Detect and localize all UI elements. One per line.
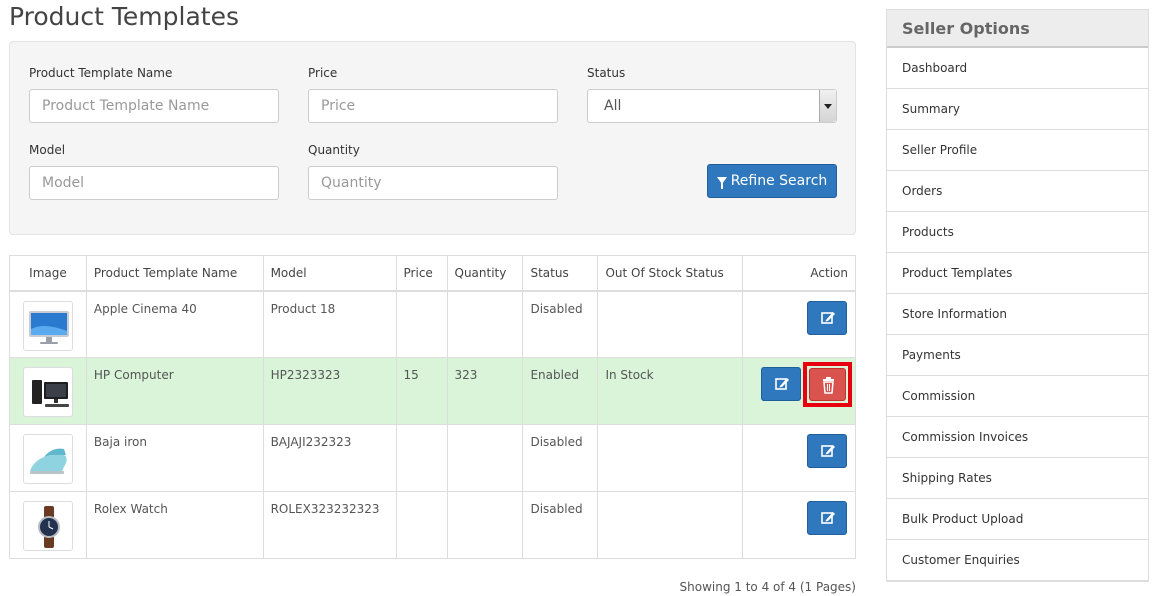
edit-icon: [821, 512, 835, 524]
table-row: Apple Cinema 40 Product 18 Disabled: [9, 290, 856, 358]
page-title: Product Templates: [9, 2, 239, 31]
column-header-price[interactable]: Price: [395, 255, 448, 291]
sidebar-item-shipping-rates[interactable]: Shipping Rates: [887, 458, 1148, 499]
name-cell: HP Computer: [85, 357, 264, 425]
status-filter-label: Status: [587, 66, 626, 80]
column-header-model[interactable]: Model: [262, 255, 397, 291]
out-of-stock-status-cell: [597, 491, 744, 559]
filter-icon: [716, 177, 727, 189]
quantity-input[interactable]: [308, 166, 558, 200]
sidebar-item-bulk-product-upload[interactable]: Bulk Product Upload: [887, 499, 1148, 540]
status-select[interactable]: All: [587, 89, 837, 123]
sidebar-heading: Seller Options: [887, 10, 1148, 48]
column-header-quantity[interactable]: Quantity: [446, 255, 524, 291]
refine-search-button[interactable]: Refine Search: [707, 164, 837, 198]
sidebar-item-orders[interactable]: Orders: [887, 171, 1148, 212]
status-cell: Disabled: [522, 290, 599, 358]
column-header-status[interactable]: Status: [522, 255, 599, 291]
column-header-action: Action: [742, 255, 856, 291]
edit-icon: [821, 311, 835, 324]
name-cell: Baja iron: [85, 424, 264, 492]
edit-icon: [775, 378, 789, 390]
action-cell: [742, 424, 856, 492]
sidebar-item-product-templates[interactable]: Product Templates: [887, 253, 1148, 294]
column-header-name[interactable]: Product Template Name: [85, 255, 264, 291]
out-of-stock-status-cell: [597, 290, 744, 358]
quantity-cell: [446, 491, 524, 559]
out-of-stock-status-cell: [597, 424, 744, 492]
edit-button[interactable]: [761, 367, 801, 401]
sidebar-item-customer-enquiries[interactable]: Customer Enquiries: [887, 540, 1148, 581]
price-cell: [395, 290, 448, 358]
pagination-results-text: Showing 1 to 4 of 4 (1 Pages): [679, 580, 856, 594]
image-cell: [9, 424, 87, 492]
quantity-cell: [446, 290, 524, 358]
sidebar-item-products[interactable]: Products: [887, 212, 1148, 253]
steam-iron-image[interactable]: [22, 434, 73, 484]
image-cell: [9, 357, 87, 425]
model-cell: ROLEX323232323: [262, 491, 397, 559]
table-row: Baja iron BAJAJI232323 Disabled: [9, 424, 856, 492]
sidebar-item-commission-invoices[interactable]: Commission Invoices: [887, 417, 1148, 458]
model-cell: BAJAJI232323: [262, 424, 397, 492]
out-of-stock-status-cell: In Stock: [597, 357, 744, 425]
status-select-value: All: [604, 98, 622, 114]
action-cell: [742, 491, 856, 559]
product-template-name-input[interactable]: [29, 89, 279, 123]
refine-search-label: Refine Search: [730, 173, 828, 189]
action-cell: [742, 290, 856, 358]
status-cell: Disabled: [522, 491, 599, 559]
model-cell: Product 18: [262, 290, 397, 358]
status-cell: Disabled: [522, 424, 599, 492]
price-filter-label: Price: [308, 66, 338, 80]
price-cell: [395, 491, 448, 559]
monitor-image[interactable]: [22, 300, 73, 351]
action-cell: [742, 357, 856, 425]
trash-icon: [823, 377, 834, 394]
price-cell: [395, 424, 448, 492]
edit-icon: [821, 445, 835, 457]
desktop-computer-image[interactable]: [22, 367, 73, 417]
delete-button-highlight: [803, 362, 852, 407]
sidebar-item-payments[interactable]: Payments: [887, 335, 1148, 376]
column-header-image[interactable]: Image: [9, 255, 87, 291]
image-cell: [9, 290, 87, 358]
seller-options-sidebar: Seller Options Dashboard Summary Seller …: [886, 9, 1149, 582]
name-cell: Apple Cinema 40: [85, 290, 264, 358]
status-cell: Enabled: [522, 357, 599, 425]
name-cell: Rolex Watch: [85, 491, 264, 559]
edit-button[interactable]: [807, 434, 847, 468]
column-header-out-of-stock-status[interactable]: Out Of Stock Status: [597, 255, 744, 291]
table-row: HP Computer HP2323323 15 323 Enabled In …: [9, 357, 856, 425]
table-header-row: Image Product Template Name Model Price …: [9, 255, 856, 291]
table-row: Rolex Watch ROLEX323232323 Disabled: [9, 491, 856, 559]
sidebar-item-store-information[interactable]: Store Information: [887, 294, 1148, 335]
price-input[interactable]: [308, 89, 558, 123]
model-filter-label: Model: [29, 143, 66, 157]
product-templates-table: Image Product Template Name Model Price …: [9, 255, 856, 559]
price-cell: 15: [395, 357, 448, 425]
quantity-cell: 323: [446, 357, 524, 425]
filter-panel: Product Template Name Price Status All M…: [9, 41, 856, 235]
model-input[interactable]: [29, 166, 279, 200]
name-filter-label: Product Template Name: [29, 66, 173, 80]
model-cell: HP2323323: [262, 357, 397, 425]
quantity-cell: [446, 424, 524, 492]
image-cell: [9, 491, 87, 559]
sidebar-item-summary[interactable]: Summary: [887, 89, 1148, 130]
quantity-filter-label: Quantity: [308, 143, 360, 157]
sidebar-item-commission[interactable]: Commission: [887, 376, 1148, 417]
wrist-watch-image[interactable]: [22, 501, 73, 551]
delete-button[interactable]: [809, 368, 846, 401]
sidebar-item-dashboard[interactable]: Dashboard: [887, 48, 1148, 89]
edit-button[interactable]: [807, 300, 847, 335]
chevron-down-icon[interactable]: [819, 90, 836, 122]
sidebar-item-seller-profile[interactable]: Seller Profile: [887, 130, 1148, 171]
edit-button[interactable]: [807, 501, 847, 535]
